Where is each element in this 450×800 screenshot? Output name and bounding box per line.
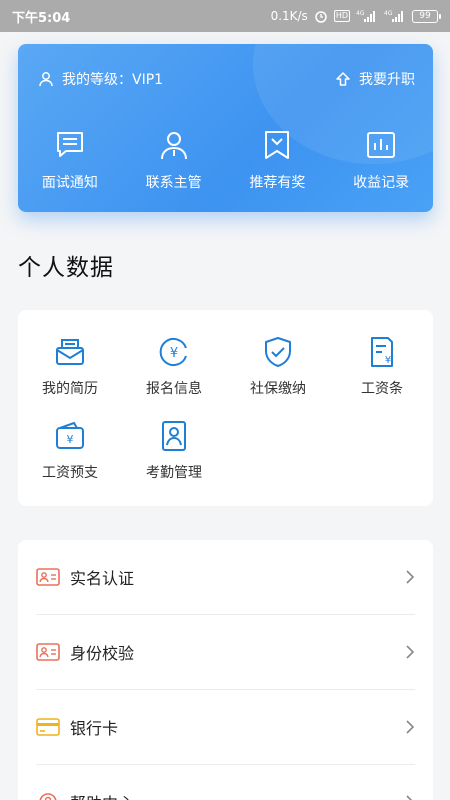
network-speed: 0.1K/s — [270, 9, 308, 23]
vip-level: 我的等级：VIP1 — [38, 69, 163, 89]
menu-card: 实名认证 身份校验 银行卡 帮助中心 — [18, 540, 433, 800]
chevron-right-icon — [406, 570, 415, 584]
my-resume-button[interactable]: 我的简历 — [18, 334, 122, 398]
shield-icon — [265, 337, 291, 367]
resume-icon — [56, 339, 84, 365]
menu-item-real-name[interactable]: 实名认证 — [36, 540, 415, 614]
grid-item-label: 考勤管理 — [146, 465, 202, 481]
bank-card-icon — [36, 718, 60, 736]
battery-icon: 99 — [412, 9, 441, 23]
menu-item-label: 帮助中心 — [70, 790, 134, 800]
menu-item-identity-check[interactable]: 身份校验 — [36, 615, 415, 689]
arrow-up-icon — [336, 72, 350, 86]
upgrade-label: 我要升职 — [359, 72, 415, 88]
wallet-icon: ¥ — [56, 421, 84, 449]
svg-text:¥: ¥ — [385, 355, 391, 366]
vip-card: 我的等级：VIP1 我要升职 面试通知 联系主管 推荐有奖 收益记录 — [18, 44, 433, 212]
grid-item-label: 工资预支 — [42, 465, 98, 481]
payslip-button[interactable]: ¥ 工资条 — [330, 334, 434, 398]
vip-action-label: 推荐有奖 — [249, 175, 306, 191]
upgrade-button[interactable]: 我要升职 — [335, 69, 415, 89]
chevron-right-icon — [406, 795, 413, 800]
user-icon — [39, 72, 53, 87]
vip-actions: 面试通知 联系主管 推荐有奖 收益记录 — [18, 128, 433, 192]
attendance-button[interactable]: 考勤管理 — [122, 418, 226, 482]
vip-action-label: 面试通知 — [41, 175, 98, 191]
grid-item-label: 工资条 — [361, 381, 403, 397]
vip-action-label: 收益记录 — [353, 175, 410, 191]
grid-item-label: 我的简历 — [42, 381, 98, 397]
attendance-icon — [162, 421, 186, 451]
bookmark-icon — [265, 131, 290, 159]
menu-item-help-center[interactable]: 帮助中心 — [36, 765, 415, 800]
vip-level-text: 我的等级：VIP1 — [62, 72, 164, 88]
alarm-icon — [315, 11, 327, 23]
earnings-record-button[interactable]: 收益记录 — [329, 128, 433, 192]
referral-reward-button[interactable]: 推荐有奖 — [226, 128, 330, 192]
svg-text:4G: 4G — [356, 10, 365, 17]
salary-advance-button[interactable]: ¥ 工资预支 — [18, 418, 122, 482]
status-bar: 下午5:04 0.1K/s HD 4G 4G 99 — [0, 0, 450, 32]
payslip-icon: ¥ — [371, 337, 393, 367]
contact-manager-button[interactable]: 联系主管 — [122, 128, 226, 192]
svg-text:¥: ¥ — [170, 346, 178, 361]
grid-item-label: 社保缴纳 — [250, 381, 306, 397]
message-icon — [56, 132, 83, 157]
menu-item-bank-card[interactable]: 银行卡 — [36, 690, 415, 764]
status-right: 0.1K/s HD 4G 4G 99 — [270, 9, 441, 23]
menu-item-label: 身份校验 — [70, 644, 135, 663]
svg-text:¥: ¥ — [67, 433, 74, 446]
personal-data-title: 个人数据 — [18, 255, 114, 281]
status-time: 下午5:04 — [12, 10, 71, 26]
help-icon — [39, 793, 57, 800]
chevron-right-icon — [406, 645, 415, 659]
yuan-circle-icon: ¥ — [159, 338, 187, 366]
registration-info-button[interactable]: ¥ 报名信息 — [122, 334, 226, 398]
chevron-right-icon — [406, 720, 415, 734]
person-icon — [160, 132, 187, 160]
chart-icon — [367, 132, 396, 158]
menu-item-label: 银行卡 — [70, 719, 119, 738]
signal-icon: 4G — [356, 10, 375, 22]
menu-item-label: 实名认证 — [70, 569, 135, 588]
svg-text:4G: 4G — [384, 10, 393, 17]
id-card-icon — [36, 568, 60, 586]
personal-data-card: 我的简历 ¥ 报名信息 社保缴纳 ¥ 工资条 ¥ 工资预支 考勤管理 — [18, 310, 433, 506]
id-card-icon — [36, 643, 60, 661]
social-insurance-button[interactable]: 社保缴纳 — [226, 334, 330, 398]
signal-icon: 4G — [384, 10, 403, 22]
grid-item-label: 报名信息 — [146, 381, 202, 397]
hd-icon: HD — [333, 10, 350, 22]
vip-action-label: 联系主管 — [145, 175, 202, 191]
interview-notice-button[interactable]: 面试通知 — [18, 128, 122, 192]
